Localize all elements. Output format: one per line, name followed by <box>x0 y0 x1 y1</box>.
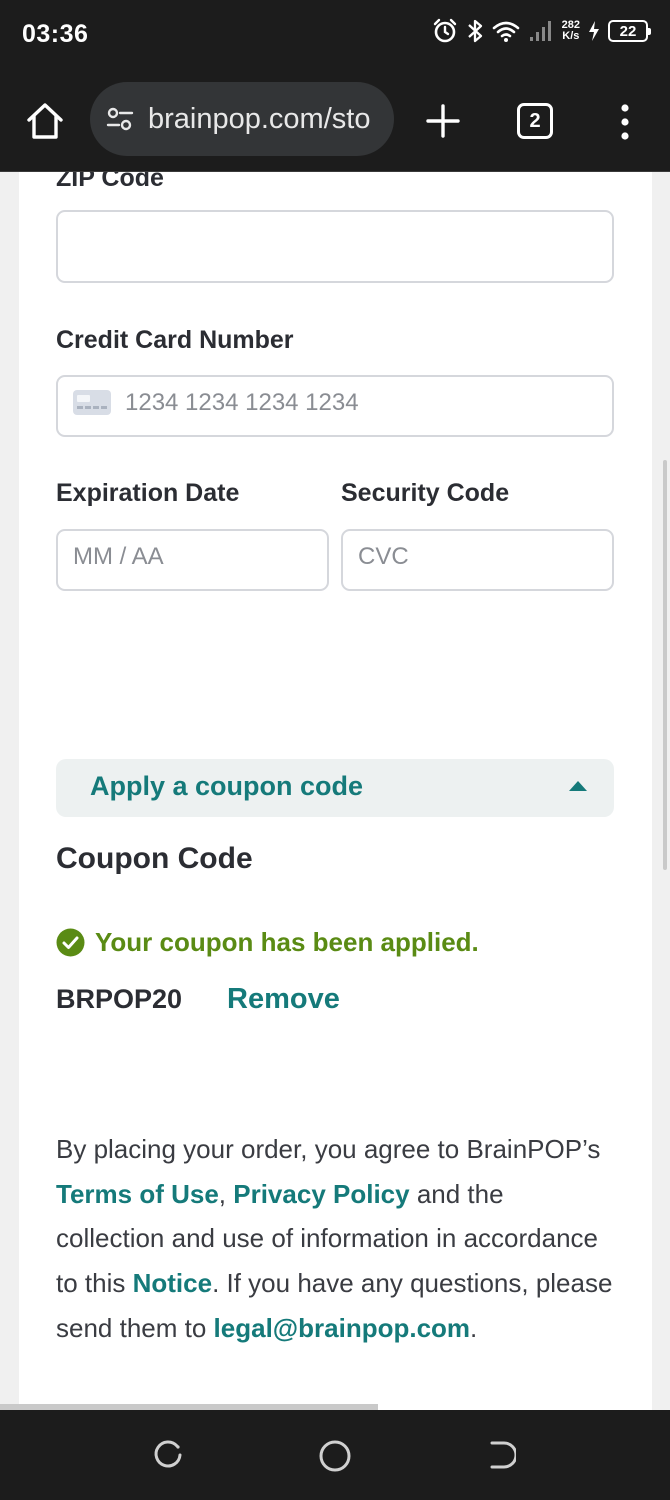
back-icon[interactable] <box>486 1438 516 1472</box>
legal-email-link[interactable]: legal@brainpop.com <box>214 1313 471 1343</box>
expiration-placeholder: MM / AA <box>73 543 164 570</box>
coupon-code-value: BRPOP20 <box>56 984 183 1014</box>
bluetooth-icon <box>467 19 482 43</box>
notice-link[interactable]: Notice <box>133 1268 212 1298</box>
page-viewport: ZIP Code Credit Card Number 1234 1234 12… <box>0 172 670 1410</box>
battery-indicator: 22 <box>608 20 651 42</box>
alarm-icon <box>433 18 456 43</box>
url-text: brainpop.com/sto <box>148 102 371 135</box>
signal-icon <box>529 21 551 41</box>
chevron-up-icon <box>569 781 587 791</box>
zip-label: ZIP Code <box>56 172 164 192</box>
recent-apps-icon[interactable] <box>151 1438 185 1472</box>
legal-text-1: By placing your order, you agree to Brai… <box>56 1134 601 1164</box>
card-number-input[interactable]: 1234 1234 1234 1234 <box>56 375 614 437</box>
legal-separator: , <box>218 1178 234 1209</box>
net-speed-unit: K/s <box>562 30 580 42</box>
home-icon[interactable] <box>24 100 66 142</box>
status-icons: 282 K/s 22 <box>432 18 651 44</box>
net-speed: 282 K/s <box>562 20 580 42</box>
wifi-icon <box>492 21 519 42</box>
checkout-form: ZIP Code Credit Card Number 1234 1234 12… <box>19 172 652 1410</box>
system-nav-bar <box>0 1410 670 1500</box>
card-number-label: Credit Card Number <box>56 326 294 354</box>
status-bar: 03:36 282 K/s 22 <box>0 0 670 70</box>
security-code-input[interactable]: CVC <box>341 529 614 591</box>
coupon-code-heading: Coupon Code <box>56 842 253 875</box>
check-circle-icon <box>56 928 85 957</box>
expiration-label: Expiration Date <box>56 479 240 507</box>
zip-input[interactable] <box>56 210 614 283</box>
legal-notice: By placing your order, you agree to Brai… <box>56 1127 616 1351</box>
charging-icon <box>589 21 599 41</box>
apply-coupon-toggle[interactable]: Apply a coupon code <box>56 759 614 817</box>
address-bar[interactable]: brainpop.com/sto <box>90 82 394 156</box>
terms-of-use-link[interactable]: Terms of Use <box>56 1179 219 1209</box>
legal-text-4: . <box>470 1312 478 1343</box>
more-menu-icon[interactable] <box>610 102 640 142</box>
apply-coupon-label: Apply a coupon code <box>90 771 364 801</box>
expiration-input[interactable]: MM / AA <box>56 529 329 591</box>
security-code-placeholder: CVC <box>358 543 409 570</box>
status-time: 03:36 <box>22 20 89 48</box>
new-tab-icon[interactable] <box>424 102 462 140</box>
coupon-applied-message: Your coupon has been applied. <box>56 927 479 958</box>
tab-switcher-icon[interactable]: 2 <box>517 103 553 139</box>
remove-coupon-link[interactable]: Remove <box>227 983 340 1016</box>
browser-toolbar: brainpop.com/sto 2 <box>0 70 670 172</box>
security-code-label: Security Code <box>341 479 510 507</box>
site-settings-icon[interactable] <box>104 103 136 135</box>
card-number-placeholder: 1234 1234 1234 1234 <box>125 389 359 416</box>
vertical-scrollbar[interactable] <box>663 460 667 870</box>
coupon-applied-text: Your coupon has been applied. <box>95 927 479 957</box>
privacy-policy-link[interactable]: Privacy Policy <box>233 1179 409 1209</box>
home-nav-icon[interactable] <box>317 1438 353 1474</box>
credit-card-icon <box>73 390 111 415</box>
